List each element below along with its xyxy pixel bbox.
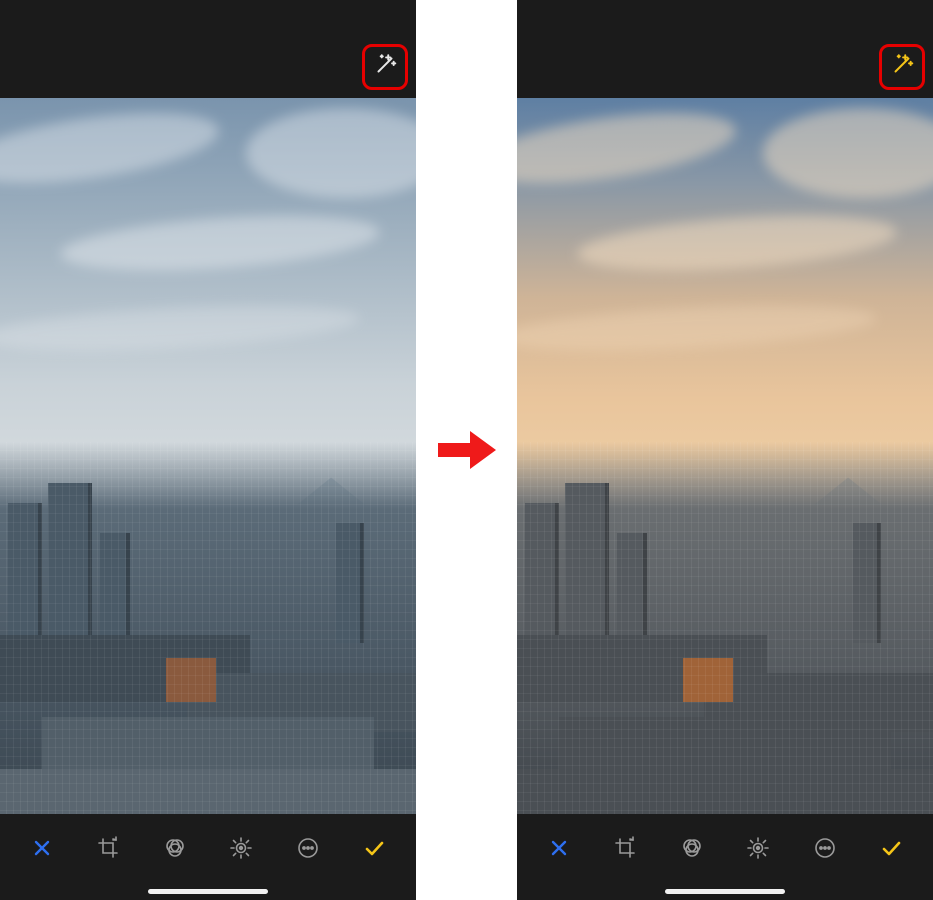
photo-canvas[interactable] — [0, 98, 416, 814]
done-button[interactable] — [871, 830, 911, 870]
auto-enhance-button[interactable] — [879, 44, 925, 90]
photo-city-region — [517, 442, 933, 814]
cancel-button[interactable] — [22, 830, 62, 870]
done-button[interactable] — [354, 830, 394, 870]
adjust-button[interactable] — [738, 830, 778, 870]
editor-top-bar — [0, 0, 416, 98]
more-ellipsis-icon — [813, 836, 837, 865]
crop-button[interactable] — [88, 830, 128, 870]
cancel-button[interactable] — [539, 830, 579, 870]
filters-icon — [163, 836, 187, 865]
adjust-button[interactable] — [221, 830, 261, 870]
editor-bottom-toolbar — [517, 814, 933, 900]
photo-canvas[interactable] — [517, 98, 933, 814]
comparison-gap — [416, 0, 517, 900]
home-indicator[interactable] — [148, 889, 268, 894]
magic-wand-icon — [889, 52, 915, 83]
crop-button[interactable] — [605, 830, 645, 870]
filters-icon — [680, 836, 704, 865]
photo-editor-screen-after — [517, 0, 933, 900]
crop-rotate-icon — [613, 836, 637, 865]
filters-button[interactable] — [672, 830, 712, 870]
check-icon — [879, 836, 903, 865]
more-button[interactable] — [805, 830, 845, 870]
adjust-dial-icon — [746, 836, 770, 865]
magic-wand-icon — [372, 52, 398, 83]
crop-rotate-icon — [96, 836, 120, 865]
photo-city-region — [0, 442, 416, 814]
more-button[interactable] — [288, 830, 328, 870]
editor-top-bar — [517, 0, 933, 98]
editor-bottom-toolbar — [0, 814, 416, 900]
photo-editor-screen-before — [0, 0, 416, 900]
x-icon — [547, 836, 571, 865]
x-icon — [30, 836, 54, 865]
arrow-right-icon — [436, 425, 498, 475]
more-ellipsis-icon — [296, 836, 320, 865]
check-icon — [362, 836, 386, 865]
home-indicator[interactable] — [665, 889, 785, 894]
filters-button[interactable] — [155, 830, 195, 870]
auto-enhance-button[interactable] — [362, 44, 408, 90]
adjust-dial-icon — [229, 836, 253, 865]
